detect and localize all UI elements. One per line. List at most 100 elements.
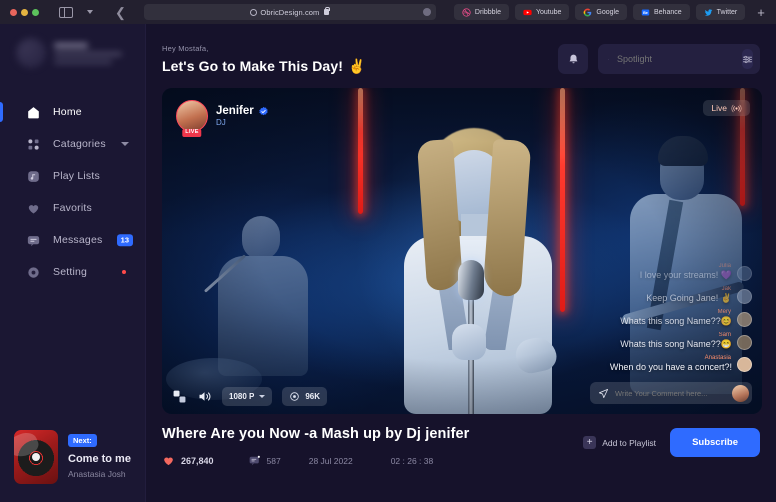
- add-to-playlist-button[interactable]: + Add to Playlist: [583, 436, 656, 449]
- chat-message: Julia I love your streams! 💜: [640, 263, 752, 281]
- comments-stat[interactable]: 587: [248, 454, 281, 467]
- video-actions: + Add to Playlist Subscribe: [583, 428, 760, 457]
- browser-chrome: ❮ ObricDesign.com Dribbble Youtube Googl…: [0, 0, 776, 24]
- sidebar-item-label: Home: [53, 106, 82, 118]
- tab-behance[interactable]: Be Behance: [633, 4, 690, 20]
- search-filter-button[interactable]: [742, 49, 753, 69]
- streamer-avatar-wrap: LIVE: [176, 100, 208, 137]
- quality-selector[interactable]: 1080 P: [222, 387, 273, 406]
- sidebar-item-home[interactable]: Home: [0, 96, 145, 128]
- chevron-down-icon: [259, 395, 266, 398]
- profile-summary[interactable]: [0, 24, 145, 68]
- fullscreen-icon: [173, 390, 186, 403]
- tab-label: Youtube: [535, 8, 562, 16]
- comment-icon: [249, 455, 260, 466]
- chat-author: Mery: [717, 309, 731, 315]
- volume-icon: [199, 392, 211, 401]
- subscribe-button[interactable]: Subscribe: [670, 428, 760, 457]
- home-icon: [28, 106, 39, 118]
- chat-avatar: [737, 266, 752, 281]
- chat-author: Jak: [721, 286, 731, 292]
- plus-icon: +: [583, 436, 597, 449]
- chevron-down-icon[interactable]: [87, 10, 93, 14]
- chat-author: Sam: [718, 332, 731, 338]
- browser-tabs: Dribbble Youtube Google Be Behance Twitt…: [453, 4, 765, 20]
- search-bar[interactable]: [598, 44, 760, 74]
- fullscreen-button[interactable]: [172, 389, 187, 404]
- sliders-icon: [742, 55, 753, 63]
- streamer-info[interactable]: LIVE Jenifer DJ: [176, 100, 269, 137]
- comment-bar[interactable]: [590, 382, 752, 404]
- video-controls: 1080 P 96K: [172, 387, 328, 406]
- chat-avatar: [737, 289, 752, 304]
- new-tab-button[interactable]: +: [757, 6, 765, 19]
- youtube-icon: [523, 9, 532, 15]
- url-label: ObricDesign.com: [260, 7, 320, 17]
- back-chevron-icon[interactable]: ❮: [115, 6, 126, 19]
- video-details: Where Are you Now -a Mash up by Dj jenif…: [146, 414, 776, 467]
- chat-author: Julia: [718, 263, 731, 269]
- next-track-title: Come to me: [68, 453, 131, 465]
- next-up-text: Next: Come to me Anastasia Josh: [68, 430, 131, 479]
- tab-dribbble[interactable]: Dribbble: [453, 4, 509, 20]
- chat-text: Whats this song Name??😁: [620, 339, 732, 349]
- chat-text: I love your streams! 💜: [639, 270, 732, 280]
- likes-value: 267,840: [181, 455, 214, 466]
- streamer-name-row: Jenifer: [216, 105, 269, 117]
- sidebar-item-setting[interactable]: Setting: [0, 256, 145, 288]
- live-badge: LIVE: [182, 128, 202, 137]
- address-bar[interactable]: ObricDesign.com: [143, 4, 436, 20]
- search-input[interactable]: [617, 54, 734, 64]
- comment-input[interactable]: [615, 388, 726, 398]
- minimize-window-button[interactable]: [21, 8, 28, 16]
- setting-alert-dot: [122, 270, 126, 274]
- sidebar-item-messages[interactable]: Messages 13: [0, 224, 145, 256]
- sidebar-item-catagories[interactable]: Catagories: [0, 128, 145, 160]
- video-player[interactable]: LIVE Jenifer DJ Live Julia I love your s…: [162, 88, 762, 414]
- sidebar-item-label: Messages: [53, 234, 103, 246]
- notifications-button[interactable]: [558, 44, 588, 74]
- streamer-name: Jenifer: [216, 105, 254, 117]
- next-up-player[interactable]: Next: Come to me Anastasia Josh: [14, 430, 134, 488]
- bell-icon: [569, 54, 577, 63]
- tab-youtube[interactable]: Youtube: [514, 4, 570, 20]
- reader-mode-icon[interactable]: [422, 8, 431, 16]
- comments-value: 587: [266, 455, 281, 466]
- sidebar-item-label: Favorits: [53, 202, 92, 214]
- tab-label: Dribbble: [474, 8, 501, 16]
- chat-avatar: [737, 312, 752, 327]
- sidebar-toggle-icon[interactable]: [59, 6, 73, 18]
- window-traffic-lights[interactable]: [8, 8, 39, 16]
- grid-icon: [28, 138, 39, 150]
- greeting-title-text: Let's Go to Make This Day!: [162, 58, 343, 74]
- next-badge: Next:: [68, 434, 97, 447]
- app-window: ❮ ObricDesign.com Dribbble Youtube Googl…: [0, 0, 776, 502]
- sidebar-item-label: Setting: [53, 266, 88, 278]
- avatar: [16, 38, 46, 68]
- chat-message: Mery Whats this song Name??😊: [620, 309, 752, 327]
- maximize-window-button[interactable]: [32, 8, 39, 16]
- heart-icon: [28, 204, 39, 213]
- likes-stat[interactable]: 267,840: [162, 454, 214, 467]
- live-indicator: Live: [703, 100, 750, 116]
- volume-button[interactable]: [197, 389, 212, 404]
- sidebar-item-play-lists[interactable]: Play Lists: [0, 160, 145, 192]
- tab-label: Behance: [654, 8, 682, 16]
- tab-twitter[interactable]: Twitter: [695, 4, 746, 20]
- svg-text:Be: Be: [643, 11, 648, 15]
- chat-text: When do you have a concert?!: [609, 362, 732, 372]
- quality-label: 1080 P: [229, 392, 255, 401]
- sidebar-item-favorits[interactable]: Favorits: [0, 192, 145, 224]
- header-actions: [558, 44, 760, 74]
- send-icon[interactable]: [598, 388, 609, 399]
- chevron-down-icon[interactable]: [121, 142, 129, 146]
- address-bar-text: ObricDesign.com: [250, 6, 331, 17]
- tab-google[interactable]: Google: [575, 4, 627, 20]
- next-track-artist: Anastasia Josh: [68, 468, 126, 479]
- search-icon: [608, 58, 609, 60]
- clock-icon: [250, 8, 258, 16]
- chat-message: Anastasia When do you have a concert?!: [610, 355, 752, 372]
- video-duration: 02 : 26 : 38: [390, 455, 434, 466]
- close-window-button[interactable]: [10, 8, 17, 16]
- gear-icon: [28, 266, 39, 278]
